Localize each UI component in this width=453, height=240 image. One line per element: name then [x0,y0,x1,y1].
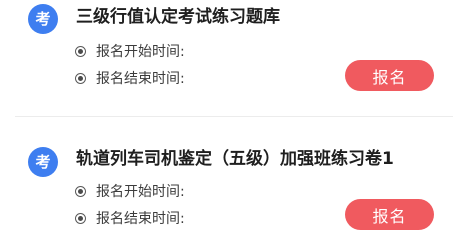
radio-dot-icon [75,72,86,84]
signup-start-row: 报名开始时间: [75,41,185,61]
signup-button[interactable]: 报名 [345,60,434,91]
signup-end-row: 报名结束时间: [75,68,185,88]
signup-end-label: 报名结束时间: [96,71,185,87]
exam-list: 考 三级行值认定考试练习题库 报名开始时间: 报名结束时间: 报名 考 轨道列车… [0,0,453,240]
signup-start-row: 报名开始时间: [75,181,185,201]
exam-card[interactable]: 考 三级行值认定考试练习题库 报名开始时间: 报名结束时间: 报名 [0,0,453,110]
signup-end-label: 报名结束时间: [96,211,185,227]
radio-dot-icon [75,45,86,57]
signup-button[interactable]: 报名 [345,199,434,230]
signup-end-row: 报名结束时间: [75,208,185,228]
exam-badge-icon: 考 [28,4,58,34]
exam-badge-icon: 考 [28,147,58,177]
signup-start-label: 报名开始时间: [96,44,185,60]
radio-dot-icon [75,185,86,197]
radio-dot-icon [75,212,86,224]
exam-card[interactable]: 考 轨道列车司机鉴定（五级）加强班练习卷1 报名开始时间: 报名结束时间: 报名 [0,134,453,240]
exam-title[interactable]: 三级行值认定考试练习题库 [76,6,280,28]
divider [15,116,453,117]
exam-title[interactable]: 轨道列车司机鉴定（五级）加强班练习卷1 [76,148,394,170]
signup-start-label: 报名开始时间: [96,184,185,200]
